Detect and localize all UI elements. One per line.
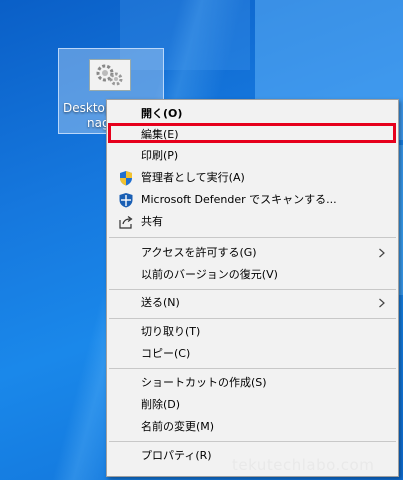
menu-item-label: 以前のバージョンの復元(V): [141, 268, 278, 281]
menu-item-print[interactable]: 印刷(P): [107, 145, 398, 167]
menu-item-label: 切り取り(T): [141, 325, 201, 338]
highlight-box: [108, 123, 396, 143]
uac-shield-icon: [120, 171, 132, 186]
defender-icon: [119, 193, 133, 208]
menu-item-share[interactable]: 共有: [107, 211, 398, 233]
menu-item-label: コピー(C): [141, 347, 191, 360]
share-icon: [119, 216, 133, 229]
menu-item-create-shortcut[interactable]: ショートカットの作成(S): [107, 372, 398, 394]
menu-item-give-access[interactable]: アクセスを許可する(G): [107, 242, 398, 264]
menu-separator: [109, 368, 396, 369]
menu-item-copy[interactable]: コピー(C): [107, 343, 398, 365]
menu-item-run-as-admin[interactable]: 管理者として実行(A): [107, 167, 398, 189]
menu-item-restore-previous[interactable]: 以前のバージョンの復元(V): [107, 264, 398, 286]
chevron-right-icon: [379, 248, 385, 258]
menu-item-label: 削除(D): [141, 398, 181, 411]
menu-item-label: ショートカットの作成(S): [141, 376, 267, 389]
menu-item-rename[interactable]: 名前の変更(M): [107, 416, 398, 438]
menu-item-label: プロパティ(R): [141, 449, 212, 462]
menu-separator: [109, 318, 396, 319]
menu-item-send-to[interactable]: 送る(N): [107, 292, 398, 314]
menu-item-label: 開く(O): [141, 107, 183, 120]
menu-item-label: Microsoft Defender でスキャンする...: [141, 193, 337, 206]
menu-item-label: 送る(N): [141, 296, 180, 309]
context-menu: 開く(O) 編集(E) 印刷(P) 管理者として実行(A) Microsoft …: [106, 99, 399, 477]
menu-item-cut[interactable]: 切り取り(T): [107, 321, 398, 343]
menu-item-label: 管理者として実行(A): [141, 171, 245, 184]
menu-separator: [109, 289, 396, 290]
watermark: tekutechlabo.com: [232, 456, 375, 474]
menu-item-label: 共有: [141, 215, 163, 228]
menu-item-label: 印刷(P): [141, 149, 179, 162]
menu-item-label: アクセスを許可する(G): [141, 246, 257, 259]
chevron-right-icon: [379, 298, 385, 308]
menu-item-defender-scan[interactable]: Microsoft Defender でスキャンする...: [107, 189, 398, 211]
menu-item-delete[interactable]: 削除(D): [107, 394, 398, 416]
gears-settings-icon: [96, 64, 123, 86]
menu-separator: [109, 237, 396, 238]
menu-item-label: 名前の変更(M): [141, 420, 215, 433]
menu-item-open[interactable]: 開く(O): [107, 103, 398, 125]
menu-separator: [109, 441, 396, 442]
